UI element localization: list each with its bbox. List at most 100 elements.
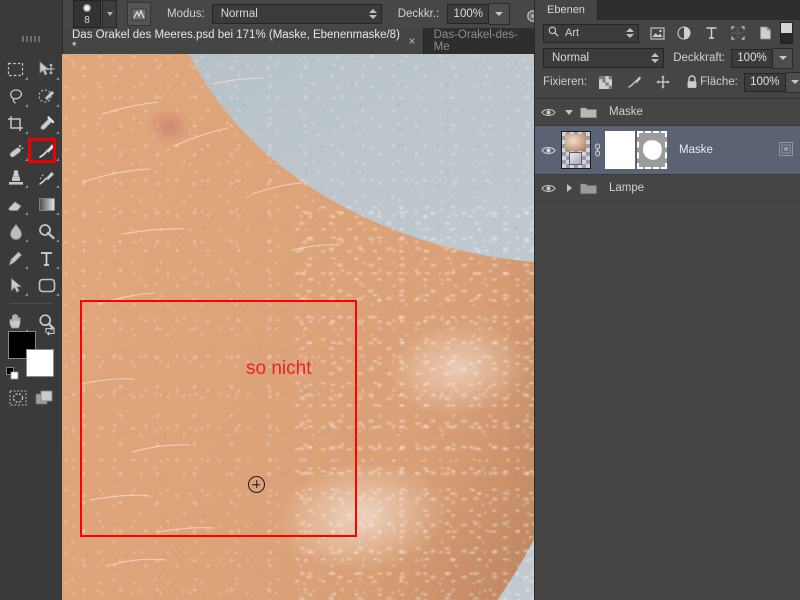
tab-ebenen[interactable]: Ebenen [535,0,598,20]
annotation-label: so nicht [246,358,312,379]
tablet-pressure-size-icon[interactable] [127,2,151,26]
layer-filter-icons [649,25,773,41]
tool-group-indicator-icon [25,239,28,242]
blend-mode-select[interactable]: Normal [211,4,382,24]
layer-opacity-dropdown-button[interactable] [773,47,793,69]
triangle-down-icon[interactable] [561,109,577,115]
layer-blend-mode-value: Normal [552,52,590,64]
smart-object-filter-icon[interactable] [757,25,773,41]
vector-mask-thumbnail[interactable] [605,131,635,169]
pen-tool[interactable] [0,245,31,272]
fill-dropdown-button[interactable] [785,71,800,93]
toolbar-divider [9,303,53,304]
blur-tool[interactable] [0,218,31,245]
brush-size-preset[interactable]: 8 [73,0,101,28]
pixel-layer-filter-icon[interactable] [649,25,665,41]
quick-selection-tool[interactable] [31,83,62,110]
eraser-tool[interactable] [0,191,31,218]
clone-stamp-tool[interactable] [0,164,31,191]
brush-size-dropdown-button[interactable] [102,0,117,28]
lasso-tool[interactable] [0,83,31,110]
layer-filter-kind-value: Art [565,27,580,39]
tool-group-indicator-icon [25,212,28,215]
opacity-label: Deckkr.: [397,8,440,20]
type-tool[interactable] [31,245,62,272]
quick-mask-icon[interactable] [4,384,31,411]
color-swatches [6,326,55,380]
document-tab-active[interactable]: Das Orakel des Meeres.psd bei 171% (Mask… [62,28,424,54]
layer-thumbnail[interactable] [561,131,591,169]
shape-layer-filter-icon[interactable] [730,25,746,41]
layer-name[interactable]: Lampe [609,182,644,194]
filter-toggle-switch[interactable] [780,22,793,44]
layer-row-group-lampe[interactable]: Lampe [535,175,800,202]
folder-open-icon [577,106,599,119]
eye-icon[interactable] [535,107,561,118]
fill-value[interactable]: 100% [743,72,786,92]
layer-name[interactable]: Maske [609,106,643,118]
lock-label: Fixieren: [543,76,588,88]
lock-fill-row: Fixieren: Fläche: 100% [535,70,800,94]
document-tabbar: Das Orakel des Meeres.psd bei 171% (Mask… [62,28,540,54]
layers-panel: Ebenen Art Normal Deckkraft: 100% Fixier… [534,0,800,600]
document-canvas[interactable]: so nicht [62,54,540,600]
healing-brush-tool[interactable] [0,137,31,164]
layer-opacity-value[interactable]: 100% [731,48,773,68]
lock-all-icon[interactable] [684,74,700,90]
lock-icons [597,74,700,90]
rectangular-marquee-tool[interactable] [0,56,31,83]
layer-mask-thumbnail[interactable] [637,131,667,169]
swap-colors-icon[interactable] [44,325,56,340]
eye-icon[interactable] [535,145,561,156]
tool-group-indicator-icon [56,239,59,242]
panel-drag-grip[interactable] [22,36,40,42]
layer-row-maske[interactable]: Maske [535,126,800,175]
triangle-right-icon[interactable] [561,184,577,192]
selected-tool-highlight [28,138,56,163]
layer-filter-kind-select[interactable]: Art [543,23,639,43]
layer-row-group-maske[interactable]: Maske [535,99,800,126]
screen-mode-icon[interactable] [31,384,58,411]
opacity-dropdown-button[interactable] [489,3,511,25]
tool-group-indicator-icon [56,185,59,188]
default-colors-icon[interactable] [6,367,19,383]
tool-grid [0,56,62,335]
background-color-swatch[interactable] [26,349,54,377]
lock-image-pixels-icon[interactable] [626,74,642,90]
eye-icon[interactable] [535,183,561,194]
updown-caret-icon [368,9,377,19]
tools-panel [0,0,63,600]
layer-name[interactable]: Maske [679,144,713,156]
layer-blend-mode-select[interactable]: Normal [543,48,665,68]
opacity-value[interactable]: 100% [447,4,490,24]
lock-transparent-pixels-icon[interactable] [597,74,613,90]
dodge-tool[interactable] [31,218,62,245]
brush-tip-preview-icon [83,4,91,12]
search-icon [548,26,559,40]
photoshop-window: 8 Modus: Normal Deckkr.: 100% Das Orakel… [0,0,800,600]
crop-tool[interactable] [0,110,31,137]
tool-group-indicator-icon [25,131,28,134]
layer-filter-row: Art [535,20,800,46]
document-tab-title: Das Orakel des Meeres.psd bei 171% (Mask… [72,29,400,53]
lock-position-icon[interactable] [655,74,671,90]
fill-label: Fläche: [700,76,738,88]
tool-group-indicator-icon [56,158,59,161]
move-tool[interactable] [31,56,62,83]
panel-tabbar: Ebenen [535,0,800,20]
tool-group-indicator-icon [25,185,28,188]
gradient-tool[interactable] [31,191,62,218]
type-layer-filter-icon[interactable] [703,25,719,41]
document-tab-inactive[interactable]: Das-Orakel-des-Me [423,28,540,54]
history-brush-tool[interactable] [31,164,62,191]
link-mask-icon[interactable] [591,143,603,157]
tool-group-indicator-icon [25,293,28,296]
rounded-rectangle-tool[interactable] [31,272,62,299]
adjustment-layer-filter-icon[interactable] [676,25,692,41]
path-selection-tool[interactable] [0,272,31,299]
eyedropper-tool[interactable] [31,110,62,137]
tool-group-indicator-icon [56,293,59,296]
updown-caret-icon [626,28,634,38]
tool-group-indicator-icon [25,104,28,107]
close-icon[interactable]: × [409,35,416,47]
